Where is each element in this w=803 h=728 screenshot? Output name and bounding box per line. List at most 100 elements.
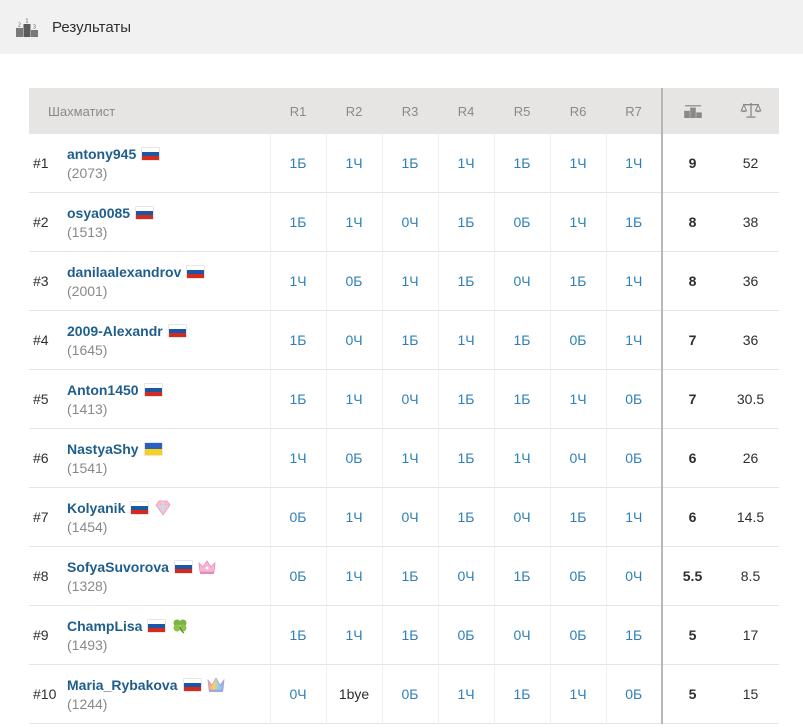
round-result-cell[interactable]: 0Ч — [493, 251, 550, 311]
round-result-cell[interactable]: 1Ч — [381, 428, 438, 488]
round-result-cell[interactable]: 1Ч — [381, 251, 438, 311]
round-result-cell[interactable]: 1Б — [493, 546, 550, 606]
round-result-cell[interactable]: 0Ч — [381, 369, 438, 429]
round-result-cell[interactable]: 0Б — [605, 369, 662, 429]
round-result-cell[interactable]: 1Б — [493, 369, 550, 429]
round-result-cell[interactable]: 1Б — [269, 134, 326, 193]
round-result-cell[interactable]: 1Б — [437, 192, 494, 252]
round-result-cell[interactable]: 1Б — [269, 605, 326, 665]
player-name-link[interactable]: antony945 — [67, 146, 136, 162]
round-result-cell[interactable]: 1Б — [493, 134, 550, 193]
round-result-cell[interactable]: 0Ч — [325, 310, 382, 370]
round-result-cell[interactable]: 1Б — [381, 605, 438, 665]
table-row: #5 Anton1450 (1413) 1Б 1Ч 0Ч 1Б 1Б 1Ч 0Б 7 30.5 — [29, 369, 779, 429]
points-cell: 5.5 — [661, 546, 722, 606]
round-result-cell[interactable]: 0Б — [269, 546, 326, 606]
round-result-cell[interactable]: 0Б — [549, 605, 606, 665]
round-result-cell[interactable]: 0Б — [269, 487, 326, 547]
round-result-cell[interactable]: 1Б — [381, 546, 438, 606]
round-result-cell[interactable]: 1Ч — [437, 134, 494, 193]
player-cell: #4 2009-Alexandr (1645) — [29, 310, 270, 370]
player-name-link[interactable]: osya0085 — [67, 205, 130, 221]
round-result-cell[interactable]: 1Ч — [325, 605, 382, 665]
player-name-link[interactable]: Maria_Rybakova — [67, 677, 178, 693]
round-result-cell[interactable]: 1Б — [437, 251, 494, 311]
round-result-cell[interactable]: 1Ч — [549, 192, 606, 252]
round-result-cell[interactable]: 1Ч — [437, 664, 494, 724]
round-result-cell[interactable]: 1Ч — [325, 369, 382, 429]
round-header: R2 — [326, 88, 382, 134]
round-result-cell[interactable]: 1Ч — [325, 487, 382, 547]
player-name-link[interactable]: Anton1450 — [67, 382, 139, 398]
player-name-link[interactable]: SofyaSuvorova — [67, 559, 169, 575]
tiebreak-header[interactable] — [722, 88, 779, 134]
round-result-cell[interactable]: 1Ч — [269, 251, 326, 311]
round-result-cell[interactable]: 1Ч — [549, 134, 606, 193]
round-result-cell[interactable]: 1Ч — [325, 134, 382, 193]
round-result-cell[interactable]: 0Ч — [269, 664, 326, 724]
rank-label: #2 — [33, 214, 49, 230]
round-result-cell[interactable]: 1Б — [605, 192, 662, 252]
round-result-cell[interactable]: 0Ч — [381, 487, 438, 547]
round-result-cell[interactable]: 1Б — [549, 251, 606, 311]
podium-icon — [683, 104, 702, 118]
round-result-cell[interactable]: 1Ч — [549, 664, 606, 724]
player-column-header[interactable]: Шахматист — [29, 88, 270, 134]
tiebreak-cell: 8.5 — [722, 546, 779, 606]
round-result-cell: 1bye — [325, 664, 382, 724]
player-name-link[interactable]: Kolyanik — [67, 500, 125, 516]
round-result-cell[interactable]: 1Ч — [437, 310, 494, 370]
round-result-cell[interactable]: 1Б — [493, 664, 550, 724]
round-result-cell[interactable]: 1Ч — [325, 192, 382, 252]
round-result-cell[interactable]: 0Ч — [381, 192, 438, 252]
round-result-cell[interactable]: 1Б — [381, 310, 438, 370]
round-result-cell[interactable]: 1Б — [549, 487, 606, 547]
round-result-cell[interactable]: 1Ч — [269, 428, 326, 488]
points-header[interactable] — [661, 88, 722, 134]
round-result-cell[interactable]: 0Б — [381, 664, 438, 724]
round-result-cell[interactable]: 1Б — [437, 487, 494, 547]
player-rating: (2073) — [67, 164, 108, 181]
round-result-cell[interactable]: 1Б — [269, 192, 326, 252]
round-result-cell[interactable]: 0Ч — [605, 546, 662, 606]
round-result-cell[interactable]: 1Ч — [605, 487, 662, 547]
round-result-cell[interactable]: 1Ч — [549, 369, 606, 429]
country-flag-icon — [142, 147, 160, 160]
round-result-cell[interactable]: 0Ч — [493, 605, 550, 665]
round-result-cell[interactable]: 1Ч — [605, 134, 662, 193]
round-result-cell[interactable]: 1Б — [437, 428, 494, 488]
round-result-cell[interactable]: 1Ч — [493, 428, 550, 488]
round-result-cell[interactable]: 0Ч — [493, 487, 550, 547]
player-rating: (1454) — [67, 518, 108, 535]
round-result-cell[interactable]: 0Б — [325, 428, 382, 488]
player-name-link[interactable]: NastyaShy — [67, 441, 139, 457]
round-result-cell[interactable]: 0Б — [605, 428, 662, 488]
player-name-link[interactable]: ChampLisa — [67, 618, 142, 634]
round-result-cell[interactable]: 1Б — [269, 369, 326, 429]
round-result-cell[interactable]: 0Б — [549, 546, 606, 606]
tiebreak-cell: 26 — [722, 428, 779, 488]
player-cell: #8 SofyaSuvorova (1328) — [29, 546, 270, 606]
round-result-cell[interactable]: 0Б — [493, 192, 550, 252]
round-result-cell[interactable]: 1Б — [493, 310, 550, 370]
player-cell: #7 Kolyanik (1454) — [29, 487, 270, 547]
round-result-cell[interactable]: 1Б — [381, 134, 438, 193]
round-result-cell[interactable]: 1Б — [437, 369, 494, 429]
round-result-cell[interactable]: 1Б — [269, 310, 326, 370]
round-result-cell[interactable]: 0Ч — [437, 546, 494, 606]
round-result-cell[interactable]: 1Ч — [605, 310, 662, 370]
round-result-cell[interactable]: 0Ч — [549, 428, 606, 488]
round-result-cell[interactable]: 0Б — [605, 664, 662, 724]
round-result-cell[interactable]: 1Б — [605, 605, 662, 665]
player-name-link[interactable]: 2009-Alexandr — [67, 323, 163, 339]
player-rating: (1513) — [67, 223, 108, 240]
svg-text:3: 3 — [33, 25, 36, 31]
round-result-cell[interactable]: 0Б — [549, 310, 606, 370]
round-result-cell[interactable]: 0Б — [437, 605, 494, 665]
table-row: #2 osya0085 (1513) 1Б 1Ч 0Ч 1Б 0Б 1Ч 1Б 8 38 — [29, 192, 779, 252]
round-result-cell[interactable]: 1Ч — [605, 251, 662, 311]
tiebreak-cell: 17 — [722, 605, 779, 665]
round-result-cell[interactable]: 1Ч — [325, 546, 382, 606]
player-name-link[interactable]: danilaalexandrov — [67, 264, 181, 280]
round-result-cell[interactable]: 0Б — [325, 251, 382, 311]
